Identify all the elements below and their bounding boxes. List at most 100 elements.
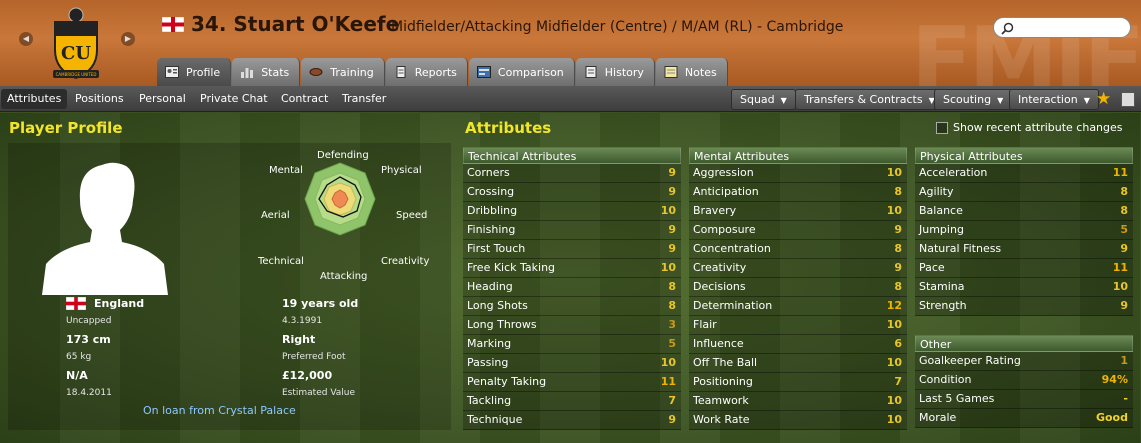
attribute-row[interactable]: Anticipation 8 [689, 183, 907, 202]
polar-label-mental: Mental [269, 165, 303, 176]
transfers-contracts-menu-label: Transfers & Contracts [804, 93, 923, 106]
attribute-row[interactable]: Last 5 Games - [915, 390, 1133, 409]
subnav-contract[interactable]: Contract [275, 89, 334, 109]
star-icon[interactable]: ★ [1096, 89, 1111, 109]
physical-table-header: Physical Attributes [915, 147, 1133, 164]
scouting-menu-button[interactable]: Scouting ▼ [934, 89, 1013, 110]
attribute-name: Technique [467, 413, 523, 426]
attribute-row[interactable]: Dribbling 10 [463, 202, 681, 221]
tab-profile-label: Profile [186, 65, 221, 79]
chevron-down-icon: ▼ [1083, 96, 1090, 105]
attribute-name: Last 5 Games [919, 392, 995, 405]
attribute-row[interactable]: Morale Good [915, 409, 1133, 428]
attribute-row[interactable]: Natural Fitness 9 [915, 240, 1133, 259]
player-silhouette-icon [42, 162, 168, 295]
attribute-row[interactable]: Composure 9 [689, 221, 907, 240]
tab-profile[interactable]: Profile [157, 58, 232, 86]
tab-training[interactable]: Training [301, 58, 385, 86]
attribute-row[interactable]: Positioning 7 [689, 373, 907, 392]
attribute-row[interactable]: Aggression 10 [689, 164, 907, 183]
attribute-row[interactable]: Balance 8 [915, 202, 1133, 221]
forward-button[interactable]: ▶ [121, 32, 135, 46]
attribute-name: Work Rate [693, 413, 750, 426]
attribute-row[interactable]: Work Rate 10 [689, 411, 907, 430]
comparison-icon [476, 66, 491, 78]
attribute-row[interactable]: Determination 12 [689, 297, 907, 316]
notebook-icon[interactable] [1121, 92, 1135, 107]
attribute-name: Goalkeeper Rating [919, 354, 1021, 367]
attribute-row[interactable]: Long Throws 3 [463, 316, 681, 335]
tab-notes[interactable]: Notes [655, 58, 728, 86]
attribute-name: Anticipation [693, 185, 759, 198]
polar-label-technical: Technical [258, 256, 304, 267]
attribute-row[interactable]: Jumping 5 [915, 221, 1133, 240]
attribute-row[interactable]: Agility 8 [915, 183, 1133, 202]
attribute-row[interactable]: Stamina 10 [915, 278, 1133, 297]
attribute-row[interactable]: Corners 9 [463, 164, 681, 183]
squad-menu-button[interactable]: Squad ▼ [731, 89, 796, 110]
polar-label-aerial: Aerial [261, 210, 290, 221]
attribute-value: 9 [668, 166, 676, 179]
technical-attributes-table: Technical Attributes Corners 9 Crossing 9 Dri… [463, 147, 681, 430]
attribute-row[interactable]: Decisions 8 [689, 278, 907, 297]
tab-reports[interactable]: Reports [385, 58, 468, 86]
tab-comparison[interactable]: Comparison [468, 58, 575, 86]
attribute-row[interactable]: Off The Ball 10 [689, 354, 907, 373]
player-header: FMIF ◀ ▶ CU CAMBRIDGE UNITED 34. Stuart … [0, 0, 1141, 113]
attribute-value: 12 [886, 299, 902, 312]
polar-label-creativity: Creativity [381, 256, 430, 267]
attribute-row[interactable]: Pace 11 [915, 259, 1133, 278]
attribute-name: Acceleration [919, 166, 988, 179]
tab-training-label: Training [330, 65, 374, 79]
attribute-row[interactable]: Teamwork 10 [689, 392, 907, 411]
search-input[interactable] [993, 17, 1131, 38]
attribute-row[interactable]: Flair 10 [689, 316, 907, 335]
attribute-row[interactable]: Marking 5 [463, 335, 681, 354]
attribute-value: 9 [668, 242, 676, 255]
subnav-positions[interactable]: Positions [69, 89, 130, 109]
attribute-value: 8 [894, 280, 902, 293]
attribute-row[interactable]: Tackling 7 [463, 392, 681, 411]
attribute-value: 94% [1101, 373, 1128, 386]
attribute-value: 10 [886, 394, 902, 407]
attribute-row[interactable]: Concentration 8 [689, 240, 907, 259]
attribute-value: 9 [1120, 242, 1128, 255]
attribute-row[interactable]: Goalkeeper Rating 1 [915, 352, 1133, 371]
attribute-value: 9 [1120, 299, 1128, 312]
subnav-transfer[interactable]: Transfer [336, 89, 392, 109]
subnav-attributes[interactable]: Attributes [1, 89, 68, 109]
attribute-row[interactable]: Heading 8 [463, 278, 681, 297]
attribute-row[interactable]: Strength 9 [915, 297, 1133, 316]
subnav-personal[interactable]: Personal [133, 89, 192, 109]
attribute-name: Finishing [467, 223, 516, 236]
tab-stats[interactable]: Stats [232, 58, 301, 86]
attribute-row[interactable]: Bravery 10 [689, 202, 907, 221]
club-badge-icon[interactable]: CU CAMBRIDGE UNITED [47, 6, 105, 82]
attribute-value: 9 [668, 185, 676, 198]
tab-notes-label: Notes [684, 65, 717, 79]
attribute-row[interactable]: Finishing 9 [463, 221, 681, 240]
recent-attribute-changes-toggle[interactable]: Show recent attribute changes [936, 121, 1123, 134]
attribute-value: 11 [660, 375, 676, 388]
attribute-row[interactable]: Long Shots 8 [463, 297, 681, 316]
attribute-row[interactable]: Free Kick Taking 10 [463, 259, 681, 278]
attribute-row[interactable]: Technique 9 [463, 411, 681, 430]
subnav-private-chat[interactable]: Private Chat [194, 89, 274, 109]
tab-history[interactable]: History [575, 58, 655, 86]
loan-link[interactable]: On loan from Crystal Palace [143, 404, 296, 417]
attribute-row[interactable]: Condition 94% [915, 371, 1133, 390]
attribute-row[interactable]: Influence 6 [689, 335, 907, 354]
attribute-row[interactable]: Passing 10 [463, 354, 681, 373]
attribute-row[interactable]: Creativity 9 [689, 259, 907, 278]
player-rating: N/A [66, 369, 88, 382]
attribute-row[interactable]: First Touch 9 [463, 240, 681, 259]
transfers-contracts-menu-button[interactable]: Transfers & Contracts ▼ [795, 89, 944, 110]
interaction-menu-button[interactable]: Interaction ▼ [1009, 89, 1099, 110]
attribute-row[interactable]: Acceleration 11 [915, 164, 1133, 183]
recent-changes-checkbox[interactable] [936, 121, 948, 134]
attribute-value: 9 [894, 261, 902, 274]
attribute-row[interactable]: Penalty Taking 11 [463, 373, 681, 392]
back-button[interactable]: ◀ [19, 32, 33, 46]
attribute-name: Condition [919, 373, 972, 386]
attribute-row[interactable]: Crossing 9 [463, 183, 681, 202]
